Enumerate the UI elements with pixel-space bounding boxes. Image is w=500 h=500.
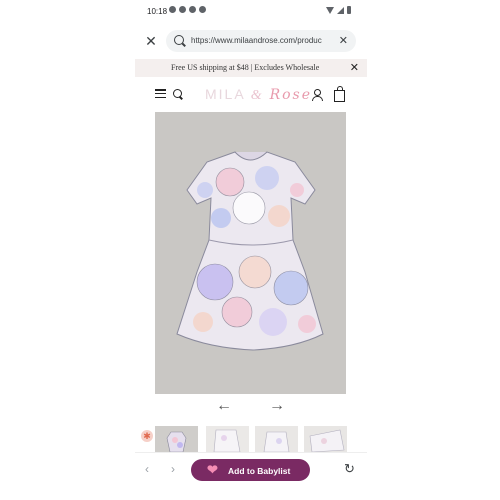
notification-icon bbox=[169, 6, 176, 13]
account-icon[interactable] bbox=[312, 89, 323, 101]
next-image-arrow-icon[interactable]: → bbox=[268, 398, 286, 414]
mail-icon bbox=[199, 6, 206, 13]
heart-icon: ❤ bbox=[207, 462, 218, 477]
search-icon bbox=[174, 35, 184, 45]
signal-icon bbox=[337, 6, 344, 14]
site-header: MILA & Rose bbox=[135, 80, 367, 108]
previous-image-arrow-icon[interactable]: ← bbox=[215, 398, 233, 414]
thumbnail[interactable] bbox=[255, 426, 298, 452]
notification-icons bbox=[169, 6, 206, 13]
browser-url-bar: ✕ https://www.milaandrose.com/produc ✕ bbox=[135, 30, 367, 54]
babylist-label: Add to Babylist bbox=[228, 466, 291, 476]
forward-chevron-icon[interactable]: › bbox=[171, 462, 175, 476]
wifi-icon bbox=[326, 6, 334, 14]
reload-icon[interactable]: ↻ bbox=[344, 461, 355, 477]
floral-dress-image bbox=[155, 112, 346, 394]
logo-mila: MILA bbox=[205, 86, 245, 102]
add-to-babylist-button[interactable]: ❤ Add to Babylist bbox=[191, 459, 310, 481]
logo-ampersand: & bbox=[250, 88, 264, 103]
promo-banner: Free US shipping at $48 | Excludes Whole… bbox=[135, 59, 367, 77]
bottom-toolbar: ‹ › ❤ Add to Babylist ↻ bbox=[135, 452, 367, 489]
back-chevron-icon[interactable]: ‹ bbox=[145, 462, 149, 476]
system-icons bbox=[326, 6, 351, 14]
close-banner-icon[interactable]: ✕ bbox=[350, 61, 359, 74]
search-icon[interactable] bbox=[173, 89, 182, 98]
site-logo[interactable]: MILA & Rose bbox=[205, 86, 312, 104]
thumbnail-strip bbox=[135, 426, 367, 452]
close-tab-icon[interactable]: ✕ bbox=[143, 33, 159, 49]
thumbnail[interactable] bbox=[155, 426, 198, 452]
thumbnail[interactable] bbox=[206, 426, 249, 452]
notification-icon bbox=[189, 6, 196, 13]
battery-icon bbox=[347, 6, 351, 14]
cart-icon[interactable] bbox=[334, 86, 345, 102]
status-bar: 10:18 bbox=[135, 0, 367, 22]
address-field[interactable]: https://www.milaandrose.com/produc ✕ bbox=[166, 30, 356, 52]
notification-icon bbox=[179, 6, 186, 13]
promo-text: Free US shipping at $48 | Excludes Whole… bbox=[171, 63, 320, 72]
status-time: 10:18 bbox=[147, 7, 168, 16]
clear-url-icon[interactable]: ✕ bbox=[339, 34, 348, 47]
product-image[interactable] bbox=[155, 112, 346, 394]
mobile-browser-screen: 10:18 ✕ https://www.milaandrose.com/prod… bbox=[135, 0, 367, 500]
url-text[interactable]: https://www.milaandrose.com/produc bbox=[191, 36, 331, 45]
logo-rose: Rose bbox=[269, 87, 313, 103]
hamburger-menu-icon[interactable] bbox=[155, 89, 166, 99]
thumbnail[interactable] bbox=[304, 426, 347, 452]
